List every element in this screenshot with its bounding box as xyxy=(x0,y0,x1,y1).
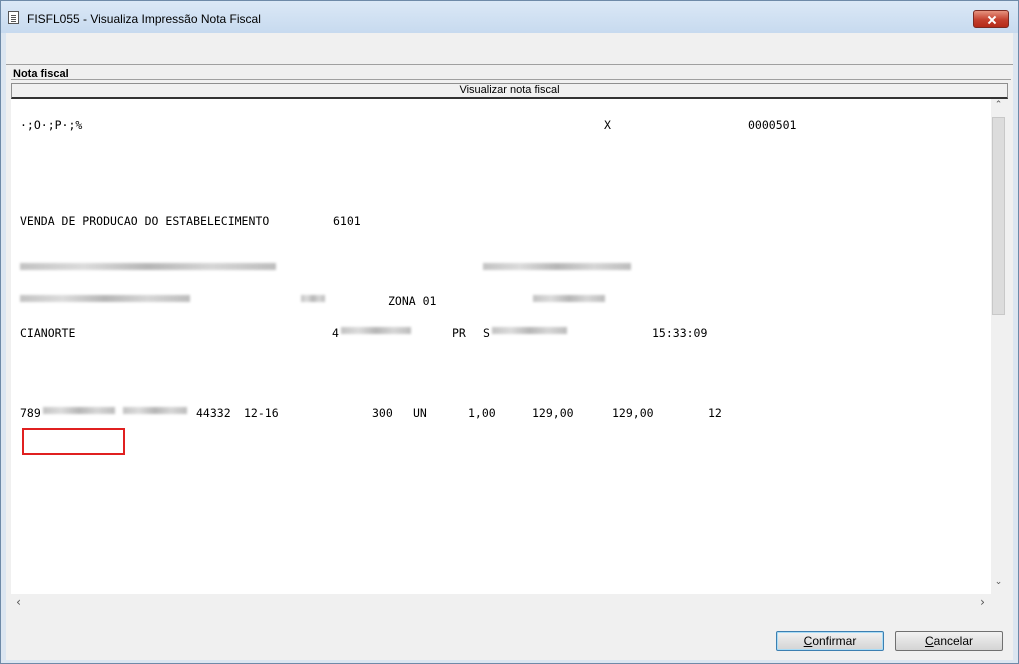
redacted-item-description xyxy=(123,407,187,414)
window-title: FISFL055 - Visualiza Impressão Nota Fisc… xyxy=(27,12,261,26)
cancel-label: ancelar xyxy=(933,634,974,648)
item-size: 12-16 xyxy=(244,406,279,420)
scroll-corner xyxy=(991,594,1006,610)
cancel-button[interactable]: Cancelar xyxy=(895,631,1003,651)
scroll-thumb[interactable] xyxy=(992,117,1005,315)
invoice-viewer[interactable]: ·;O·;P·;% X 0000501 VENDA DE PRODUCAO DO… xyxy=(11,99,1006,610)
exit-time: 15:33:09 xyxy=(652,326,708,340)
redacted-item-code xyxy=(43,407,115,414)
item-code-prefix: 789 xyxy=(20,406,41,420)
scroll-up-icon[interactable]: ⌃ xyxy=(991,100,1006,110)
toolbar-area xyxy=(6,33,1013,65)
cancel-mnemonic: C xyxy=(924,634,934,648)
cfop: 6101 xyxy=(333,214,361,228)
close-button[interactable] xyxy=(973,10,1009,28)
item-ipi-rate: 12 xyxy=(708,406,722,420)
redacted-phone xyxy=(341,327,411,334)
redacted-state-registration xyxy=(492,327,567,334)
invoice-print-preview: ·;O·;P·;% X 0000501 VENDA DE PRODUCAO DO… xyxy=(11,99,991,594)
redacted-zip xyxy=(533,295,605,302)
city: CIANORTE xyxy=(20,326,76,340)
vertical-scrollbar[interactable]: ⌃ ⌄ xyxy=(991,99,1006,594)
item-reference: 44332 xyxy=(196,406,231,420)
invoice-number: 0000501 xyxy=(748,118,797,132)
phone-prefix: 4 xyxy=(332,326,339,340)
item-unit-price: 129,00 xyxy=(532,406,574,420)
redacted-address xyxy=(20,295,190,302)
mark-x: X xyxy=(604,118,611,132)
confirm-button[interactable]: Confirmar xyxy=(776,631,884,651)
item-code-col: 300 xyxy=(372,406,393,420)
redacted-address-number xyxy=(301,295,325,302)
redacted-recipient-cnpj xyxy=(483,263,631,270)
view-invoice-header[interactable]: Visualizar nota fiscal xyxy=(11,83,1008,99)
title-bar[interactable]: FISFL055 - Visualiza Impressão Nota Fisc… xyxy=(1,1,1018,33)
confirm-label: onfirmar xyxy=(812,634,857,648)
document-icon xyxy=(8,11,19,24)
redacted-recipient-name xyxy=(20,263,276,270)
item-total: 129,00 xyxy=(612,406,654,420)
operation-nature: VENDA DE PRODUCAO DO ESTABELECIMENTO xyxy=(20,214,270,228)
scroll-left-icon[interactable]: ‹ xyxy=(11,595,26,609)
state: PR xyxy=(452,326,466,340)
horizontal-scrollbar[interactable]: ‹ › xyxy=(11,594,991,610)
item-unit: UN xyxy=(413,406,427,420)
item-quantity: 1,00 xyxy=(468,406,496,420)
control-code: ·;O·;P·;% xyxy=(20,118,83,132)
dialog-window: FISFL055 - Visualiza Impressão Nota Fisc… xyxy=(0,0,1019,664)
divider xyxy=(11,79,1011,80)
district: ZONA 01 xyxy=(388,294,437,308)
highlight-box xyxy=(22,428,125,455)
state-registration-prefix: S xyxy=(483,326,490,340)
client-area: Nota fiscal Visualizar nota fiscal ·;O·;… xyxy=(6,33,1013,660)
scroll-down-icon[interactable]: ⌄ xyxy=(991,577,1006,587)
scroll-right-icon[interactable]: › xyxy=(975,595,990,609)
